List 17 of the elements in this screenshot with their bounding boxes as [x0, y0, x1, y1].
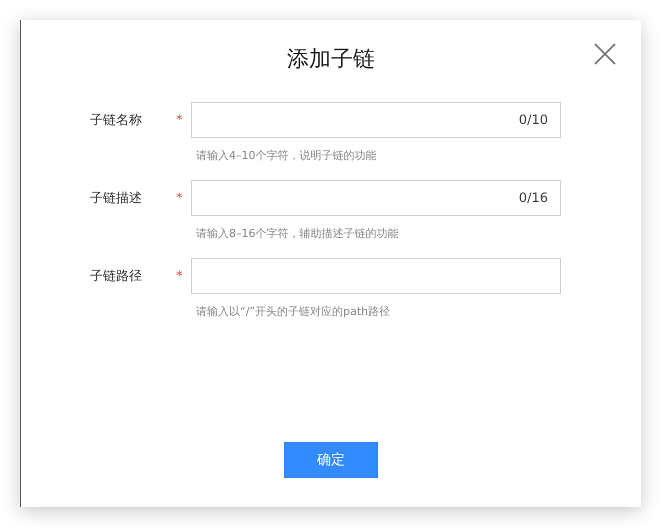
field-label: 子链路径 — [90, 268, 143, 285]
character-counter: 0/10 — [518, 112, 548, 128]
dialog-title: 添加子链 — [287, 46, 375, 74]
close-button[interactable] — [593, 42, 617, 66]
field-label: 子链名称 — [90, 112, 143, 129]
required-mark: * — [176, 112, 184, 128]
field-label: 子链描述 — [90, 190, 143, 207]
input-field[interactable]: 0/16 — [191, 180, 561, 216]
field-hint: 请输入以“/”开头的子链对应的path路径 — [196, 304, 390, 320]
close-icon — [593, 42, 617, 66]
required-mark: * — [176, 190, 184, 206]
field-hint: 请输入4–10个字符，说明子链的功能 — [196, 148, 376, 164]
required-mark: * — [176, 268, 184, 284]
input-field[interactable]: 0/10 — [191, 102, 561, 138]
input-field[interactable] — [191, 258, 561, 294]
field-hint: 请输入8–16个字符，辅助描述子链的功能 — [196, 226, 398, 242]
character-counter: 0/16 — [518, 190, 548, 206]
